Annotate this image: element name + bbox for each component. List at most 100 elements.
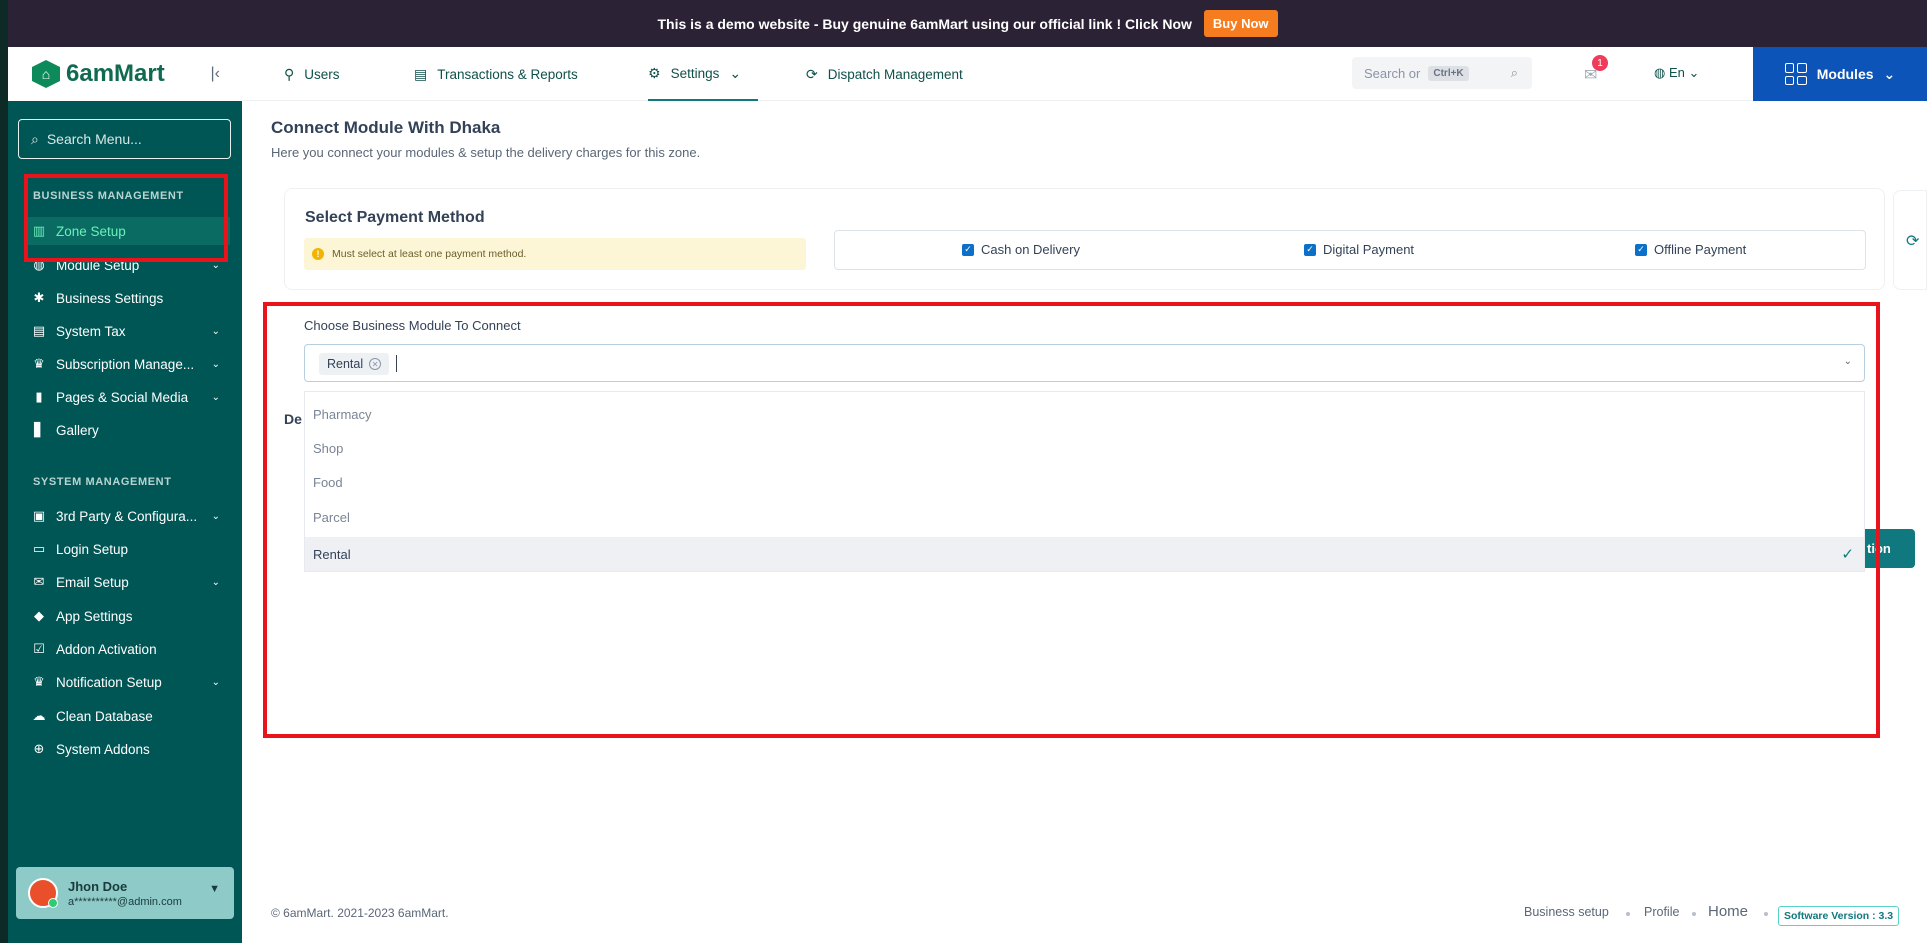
tab-settings-label: Settings: [670, 65, 720, 81]
refresh-icon: ⟳: [1906, 233, 1920, 250]
sidebar-item-label: Notification Setup: [56, 674, 162, 690]
android-icon: ◆: [34, 608, 44, 623]
sidebar-item-business-settings[interactable]: ✱ Business Settings: [32, 284, 232, 312]
avatar: [28, 878, 58, 908]
chevron-down-icon: ⌄: [211, 358, 220, 370]
document-icon: ▤: [414, 65, 428, 82]
sidebar-item-system-tax[interactable]: ▤ System Tax ⌄: [32, 317, 232, 345]
sidebar-item-addon-activation[interactable]: ☑ Addon Activation: [32, 635, 232, 663]
page-subtitle: Here you connect your modules & setup th…: [271, 145, 701, 160]
user-card[interactable]: Jhon Doe a**********@admin.com ▼: [16, 867, 234, 919]
language-label: En: [1668, 65, 1685, 80]
checkbox-checked-icon: ✓: [1635, 243, 1647, 256]
payment-method-card: Select Payment Method ! Must select at l…: [284, 188, 1885, 290]
promo-text[interactable]: This is a demo website - Buy genuine 6am…: [657, 16, 1191, 32]
payment-warning: ! Must select at least one payment metho…: [304, 238, 806, 270]
search-icon: ⌕: [1510, 65, 1518, 80]
payment-options-box: ✓ Cash on Delivery ✓ Digital Payment ✓ O…: [834, 230, 1866, 270]
chevron-down-icon: ⌄: [211, 325, 220, 337]
tab-settings[interactable]: ⚙ Settings ⌄: [648, 47, 758, 101]
sidebar-item-label: App Settings: [56, 608, 133, 624]
monitor-icon: ▭: [32, 541, 46, 556]
checkbox-checked-icon: ✓: [1304, 243, 1316, 256]
brand-logo[interactable]: ⌂ 6amMart: [32, 60, 165, 88]
tab-users-label: Users: [304, 66, 340, 82]
brand-name: 6amMart: [66, 60, 165, 87]
software-version-badge: Software Version : 3.3: [1778, 906, 1900, 926]
info-icon: !: [312, 248, 324, 260]
sidebar-item-label: Clean Database: [56, 708, 153, 724]
sidebar-item-label: Subscription Manage...: [56, 356, 195, 372]
tab-transactions[interactable]: ▤ Transactions & Reports: [414, 47, 578, 101]
collapse-sidebar-icon[interactable]: |‹: [211, 65, 220, 83]
checkbox-checked-icon: ✓: [962, 243, 974, 256]
config-icon: ▣: [32, 508, 46, 523]
footer-link-profile[interactable]: Profile: [1644, 905, 1679, 919]
shortcut-badge: Ctrl+K: [1428, 65, 1469, 81]
chevron-down-icon: ⌄: [1883, 65, 1896, 82]
chevron-down-icon: ⌄: [211, 510, 220, 522]
sidebar-item-clean-database[interactable]: ☁ Clean Database: [32, 702, 232, 730]
system-management-label: SYSTEM MANAGEMENT: [33, 476, 172, 488]
plus-circle-icon: ⊕: [33, 741, 45, 756]
gear-icon: ⚙: [648, 64, 661, 81]
sidebar-item-login-setup[interactable]: ▭ Login Setup: [32, 535, 232, 563]
sidebar-search-placeholder: Search Menu...: [46, 131, 142, 147]
sidebar-item-label: Pages & Social Media: [56, 389, 189, 405]
tax-icon: ▤: [32, 323, 46, 338]
digital-payment-checkbox[interactable]: ✓ Digital Payment: [1304, 242, 1414, 257]
tab-dispatch[interactable]: ⟳ Dispatch Management: [806, 47, 963, 101]
sidebar-item-gallery[interactable]: ▋ Gallery: [32, 416, 232, 444]
sidebar-item-notification-setup[interactable]: ♛ Notification Setup ⌄: [32, 668, 232, 696]
globe-icon: ◍: [1654, 65, 1666, 80]
tab-transactions-label: Transactions & Reports: [437, 66, 578, 82]
promo-banner: This is a demo website - Buy genuine 6am…: [8, 0, 1927, 47]
footer-separator: [1692, 912, 1696, 916]
offline-payment-checkbox[interactable]: ✓ Offline Payment: [1635, 242, 1746, 257]
sidebar-item-subscription[interactable]: ♛ Subscription Manage... ⌄: [32, 350, 232, 378]
chevron-down-icon: ⌄: [211, 676, 220, 688]
tab-users[interactable]: ⚲ Users: [284, 47, 340, 101]
footer-link-home[interactable]: Home: [1708, 903, 1748, 920]
sidebar-item-label: System Tax: [56, 323, 126, 339]
search-icon: ⌕: [31, 130, 39, 147]
sidebar-item-app-settings[interactable]: ◆ App Settings: [32, 602, 232, 630]
footer-separator: [1764, 912, 1768, 916]
mail-icon: ✉: [33, 574, 45, 589]
pages-icon: ▮: [35, 389, 43, 404]
sidebar-item-pages-social[interactable]: ▮ Pages & Social Media ⌄: [32, 383, 232, 411]
cloud-icon: ☁: [32, 708, 46, 723]
tab-dispatch-label: Dispatch Management: [827, 66, 963, 82]
caret-down-icon[interactable]: ▼: [209, 883, 220, 895]
logo-icon: ⌂: [32, 60, 60, 88]
chevron-down-icon: ⌄: [729, 64, 742, 81]
page-title: Connect Module With Dhaka: [271, 118, 501, 137]
right-floating-panel[interactable]: ⟳: [1893, 190, 1927, 290]
chevron-down-icon: ⌄: [1688, 65, 1700, 80]
sidebar-item-label: Email Setup: [56, 574, 129, 590]
sidebar-item-label: 3rd Party & Configura...: [56, 508, 198, 524]
crown-icon: ♛: [33, 356, 45, 371]
sidebar-search-input[interactable]: ⌕ Search Menu...: [18, 119, 231, 159]
global-search-input[interactable]: Search or Ctrl+K ⌕: [1352, 57, 1532, 89]
sidebar-item-system-addons[interactable]: ⊕ System Addons: [32, 735, 232, 763]
sidebar-header: ⌂ 6amMart |‹: [8, 47, 242, 101]
modules-button[interactable]: Modules ⌄: [1753, 47, 1927, 101]
user-email: a**********@admin.com: [68, 895, 182, 908]
footer-link-business-setup[interactable]: Business setup: [1524, 905, 1609, 919]
sidebar-item-3rd-party[interactable]: ▣ 3rd Party & Configura... ⌄: [32, 502, 232, 530]
buy-now-button[interactable]: Buy Now: [1203, 10, 1278, 37]
cash-on-delivery-checkbox[interactable]: ✓ Cash on Delivery: [962, 242, 1080, 257]
notification-badge: 1: [1592, 55, 1608, 71]
language-select[interactable]: ◍ En ⌄: [1654, 65, 1699, 81]
crown-icon: ♛: [33, 674, 45, 689]
sidebar-item-label: Login Setup: [56, 541, 129, 557]
payment-warning-text: Must select at least one payment method.: [332, 248, 527, 260]
chevron-down-icon: ⌄: [211, 391, 220, 403]
left-edge-strip: [0, 0, 8, 943]
cash-on-delivery-label: Cash on Delivery: [981, 242, 1080, 257]
sidebar-item-label: Gallery: [56, 422, 99, 438]
gear-icon: ✱: [33, 290, 45, 305]
sidebar-item-email-setup[interactable]: ✉ Email Setup ⌄: [32, 568, 232, 596]
highlight-zone-setup: [24, 174, 228, 262]
